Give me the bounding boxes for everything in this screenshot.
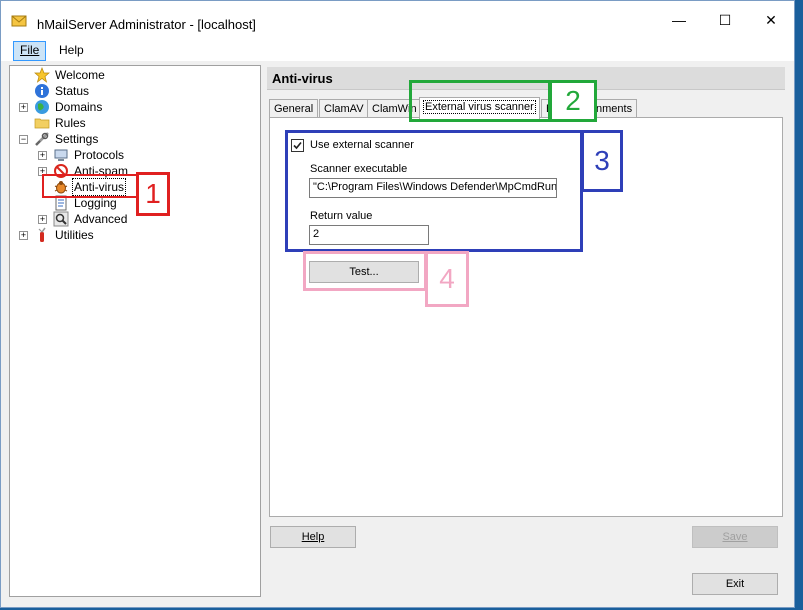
maximize-button[interactable]: ☐ [702, 1, 748, 39]
close-icon: ✕ [765, 11, 777, 28]
swiss-knife-icon [34, 227, 50, 243]
menu-file[interactable]: File [13, 41, 47, 61]
expand-plus-icon[interactable]: + [38, 215, 47, 224]
annotation-number-2: 2 [549, 80, 597, 122]
close-button[interactable]: ✕ [748, 1, 794, 39]
annotation-box-4 [303, 251, 427, 291]
globe-icon [34, 99, 50, 115]
collapse-minus-icon[interactable]: − [19, 135, 28, 144]
save-button[interactable]: Save [692, 526, 778, 548]
page-title: Anti-virus [272, 71, 333, 86]
annotation-number-4: 4 [425, 251, 469, 307]
minimize-icon: — [672, 12, 686, 28]
navigation-tree: Welcome Status + Domains Rules − Setting… [9, 65, 261, 597]
expand-plus-icon[interactable]: + [19, 103, 28, 112]
annotation-box-3 [285, 130, 583, 252]
tab-clamav[interactable]: ClamAV [319, 99, 369, 118]
help-button[interactable]: Help [270, 526, 356, 548]
annotation-box-1 [42, 174, 138, 198]
tab-general[interactable]: General [269, 99, 319, 118]
menu-bar: File Help [1, 39, 794, 61]
expand-plus-icon[interactable]: + [38, 151, 47, 160]
annotation-number-1: 1 [136, 172, 170, 216]
expand-plus-icon[interactable]: + [19, 231, 28, 240]
window-title: hMailServer Administrator - [localhost] [37, 17, 256, 32]
tab-blocked-attachments-right[interactable]: nments [591, 99, 638, 118]
app-envelope-icon [11, 13, 27, 29]
main-window: hMailServer Administrator - [localhost] … [0, 0, 795, 608]
tab-external-virus-scanner[interactable]: External virus scanner [419, 97, 540, 119]
star-icon [34, 67, 50, 83]
maximize-icon: ☐ [718, 11, 732, 28]
minimize-button[interactable]: — [656, 1, 702, 39]
menu-help[interactable]: Help [53, 41, 90, 59]
info-icon [34, 83, 50, 99]
tools-icon [34, 131, 50, 147]
annotation-number-3: 3 [581, 130, 623, 192]
exit-button[interactable]: Exit [692, 573, 778, 595]
magnifier-icon [53, 211, 69, 227]
folder-icon [34, 115, 50, 131]
title-bar[interactable]: hMailServer Administrator - [localhost] … [1, 1, 794, 39]
computer-icon [53, 147, 69, 163]
